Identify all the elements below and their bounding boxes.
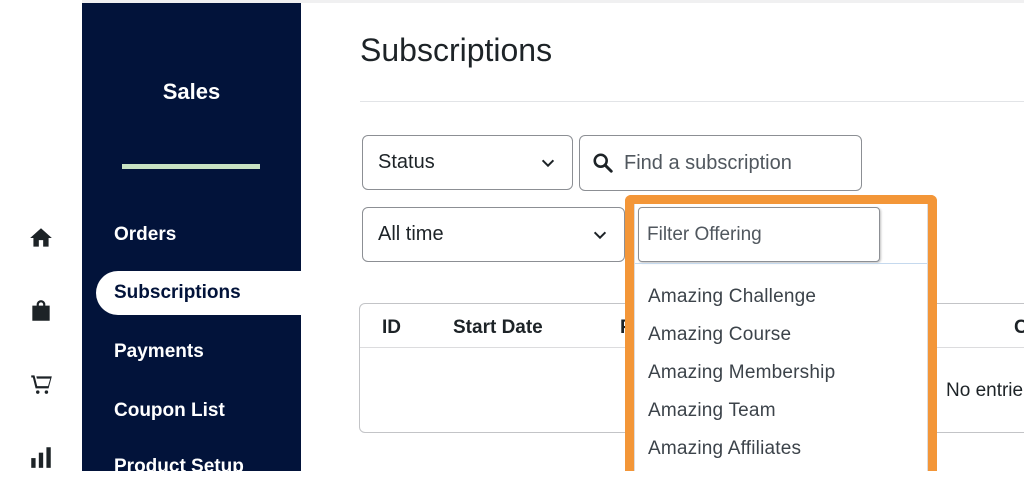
- store-bag-icon[interactable]: [26, 296, 56, 326]
- sidebar-title: Sales: [162, 79, 221, 104]
- cart-icon[interactable]: [26, 369, 56, 399]
- subscription-search[interactable]: [579, 135, 862, 191]
- home-icon[interactable]: [26, 223, 56, 253]
- chevron-down-icon: [539, 154, 557, 172]
- column-header-c[interactable]: C: [1014, 317, 1024, 339]
- time-range-select[interactable]: All time: [362, 207, 625, 262]
- sidebar-item-subscriptions[interactable]: Subscriptions: [96, 271, 301, 315]
- bar-chart-icon[interactable]: [26, 442, 56, 472]
- search-input[interactable]: [622, 150, 846, 176]
- empty-state-text: No entrie: [946, 380, 1024, 401]
- sidebar-item-product-setup[interactable]: Product Setup: [114, 456, 244, 478]
- chevron-down-icon: [591, 226, 609, 244]
- icon-rail: [0, 0, 82, 471]
- sidebar-item-coupon-list[interactable]: Coupon List: [114, 400, 225, 422]
- sidebar-accent-bar: [122, 164, 260, 169]
- sales-sidebar: Sales Orders Subscriptions Payments Coup…: [82, 3, 301, 477]
- sidebar-item-orders[interactable]: Orders: [114, 224, 176, 246]
- search-icon: [592, 152, 614, 174]
- time-range-value: All time: [378, 223, 444, 245]
- title-divider: [360, 101, 1024, 102]
- column-header-start-date[interactable]: Start Date: [453, 317, 543, 339]
- sidebar-item-payments[interactable]: Payments: [114, 341, 204, 363]
- highlight-outline: [625, 195, 937, 471]
- page-title: Subscriptions: [360, 32, 553, 68]
- status-select-value: Status: [378, 151, 435, 173]
- column-header-id[interactable]: ID: [382, 317, 401, 339]
- status-select[interactable]: Status: [362, 135, 573, 190]
